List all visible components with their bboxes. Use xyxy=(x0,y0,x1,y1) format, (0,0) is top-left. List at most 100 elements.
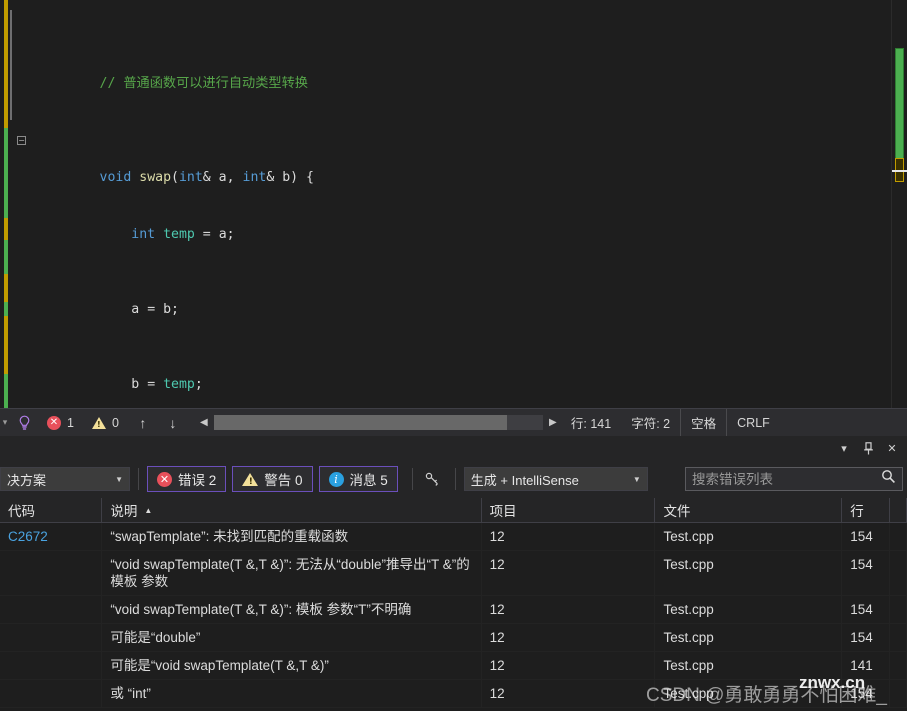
scope-dropdown[interactable]: 决方案 ▼ xyxy=(0,467,130,491)
cell-code[interactable] xyxy=(0,680,102,707)
status-error-number: 1 xyxy=(67,416,74,430)
cell-line: 141 xyxy=(842,652,890,679)
cell-code[interactable] xyxy=(0,551,102,595)
cell-description: 可能是“void swapTemplate(T &,T &)” xyxy=(102,652,481,679)
column-header-description[interactable]: 说明 ▲ xyxy=(102,498,481,522)
next-issue-button[interactable]: ↓ xyxy=(158,415,188,431)
filter-messages-button[interactable]: i 消息 5 xyxy=(319,466,398,492)
status-error-count[interactable]: ✕ 1 xyxy=(38,409,83,436)
filter-messages-label: 消息 5 xyxy=(350,469,388,489)
filter-keys-icon[interactable] xyxy=(421,467,447,491)
change-bar-saved xyxy=(4,128,8,218)
scope-dropdown-value: 决方案 xyxy=(7,470,46,489)
status-warning-count[interactable]: 0 xyxy=(83,409,128,436)
change-bar-saved xyxy=(4,240,8,274)
code-token-row: void swap(int& a, int& b) { xyxy=(100,170,314,185)
code-line[interactable]: // 普通函数可以进行自动类型转换 xyxy=(14,56,907,75)
table-row[interactable]: “void swapTemplate(T &,T &)”: 模板 参数“T”不明… xyxy=(0,596,907,624)
cell-suppression xyxy=(890,551,907,595)
pin-icon[interactable] xyxy=(857,438,879,458)
error-list-toolbar: 决方案 ▼ ✕ 错误 2 ! 警告 0 i 消息 5 xyxy=(0,460,907,498)
change-bar-unsaved xyxy=(4,0,8,128)
cell-suppression xyxy=(890,652,907,679)
code-line[interactable]: a = b; xyxy=(14,282,907,301)
cell-suppression xyxy=(890,523,907,550)
caret-column-indicator[interactable]: 字符: 2 xyxy=(621,413,680,432)
build-intellisense-dropdown[interactable]: 生成 + IntelliSense ▼ xyxy=(464,467,648,491)
cell-description: 可能是“double” xyxy=(102,624,481,651)
chevron-down-icon[interactable]: ▾ xyxy=(833,438,855,458)
change-bar-unsaved xyxy=(4,316,8,374)
code-text[interactable]: // 普通函数可以进行自动类型转换 − void swap(int& a, in… xyxy=(14,0,907,408)
cell-line: 154 xyxy=(842,523,890,550)
cell-project: 12 xyxy=(482,624,656,651)
editor-status-bar: ▾ ✕ 1 0 ↑ ↓ ◀ ▶ 行: 141 字符: 2 空格 C xyxy=(0,408,907,436)
cell-file: Test.cpp xyxy=(655,652,842,679)
filter-errors-button[interactable]: ✕ 错误 2 xyxy=(147,466,226,492)
cell-file: Test.cpp xyxy=(655,680,842,707)
toolbar-divider xyxy=(412,468,413,490)
toolbar-divider xyxy=(455,468,456,490)
search-icon[interactable] xyxy=(881,469,896,489)
editor-vertical-scrollbar[interactable] xyxy=(891,0,907,408)
code-token-row: a = b; xyxy=(100,302,179,317)
cell-file: Test.cpp xyxy=(655,596,842,623)
fold-toggle-icon[interactable]: − xyxy=(17,136,26,145)
cell-line: 154 xyxy=(842,680,890,707)
line-ending-indicator[interactable]: CRLF xyxy=(726,409,780,436)
change-bar-saved xyxy=(4,374,8,408)
column-header-file[interactable]: 文件 xyxy=(655,498,842,522)
scroll-left-button[interactable]: ◀ xyxy=(196,417,212,428)
column-header-project[interactable]: 项目 xyxy=(482,498,656,522)
chevron-down-icon[interactable]: ▾ xyxy=(0,417,10,428)
code-line[interactable]: b = temp; xyxy=(14,357,907,376)
filter-warnings-button[interactable]: ! 警告 0 xyxy=(232,466,312,492)
cell-suppression xyxy=(890,680,907,707)
search-error-list-box[interactable] xyxy=(685,467,903,491)
toolbar-divider xyxy=(138,468,139,490)
info-circle-icon: i xyxy=(329,472,344,487)
cell-code[interactable] xyxy=(0,652,102,679)
code-token-row: b = temp; xyxy=(100,377,203,392)
hscroll-thumb[interactable] xyxy=(214,415,507,430)
column-header-line[interactable]: 行 xyxy=(842,498,890,522)
lightbulb-icon[interactable] xyxy=(10,415,38,431)
table-row[interactable]: “void swapTemplate(T &,T &)”: 无法从“double… xyxy=(0,551,907,596)
chevron-down-icon: ▼ xyxy=(633,475,641,484)
prev-issue-button[interactable]: ↑ xyxy=(128,415,158,431)
cell-suppression xyxy=(890,624,907,651)
change-bar-unsaved xyxy=(4,218,8,240)
hscroll-track[interactable] xyxy=(214,415,543,430)
table-row[interactable]: 可能是“double” 12 Test.cpp 154 xyxy=(0,624,907,652)
cell-description: “swapTemplate”: 未找到匹配的重载函数 xyxy=(102,523,481,550)
error-list-grid[interactable]: 代码 说明 ▲ 项目 文件 行 C2672 “swapTe xyxy=(0,498,907,711)
indentation-indicator[interactable]: 空格 xyxy=(680,409,726,436)
cell-line: 154 xyxy=(842,624,890,651)
caret-line-indicator[interactable]: 行: 141 xyxy=(561,413,621,432)
column-header-code[interactable]: 代码 xyxy=(0,498,102,522)
search-input[interactable] xyxy=(692,472,881,487)
chevron-down-icon: ▼ xyxy=(115,475,123,484)
error-circle-icon: ✕ xyxy=(157,472,172,487)
table-row[interactable]: C2672 “swapTemplate”: 未找到匹配的重载函数 12 Test… xyxy=(0,523,907,551)
cell-code[interactable]: C2672 xyxy=(0,523,102,550)
code-line[interactable]: − void swap(int& a, int& b) { xyxy=(14,132,907,151)
cell-code[interactable] xyxy=(0,624,102,651)
editor-horizontal-scrollbar[interactable]: ◀ ▶ xyxy=(196,413,561,433)
cell-code[interactable] xyxy=(0,596,102,623)
code-token-row: int temp = a; xyxy=(100,227,235,242)
change-bar-unsaved xyxy=(4,274,8,302)
cell-file: Test.cpp xyxy=(655,551,842,595)
column-header-suppression[interactable] xyxy=(890,498,907,522)
cell-project: 12 xyxy=(482,680,656,707)
cell-project: 12 xyxy=(482,652,656,679)
code-line[interactable]: int temp = a; xyxy=(14,207,907,226)
cell-project: 12 xyxy=(482,523,656,550)
table-row[interactable]: 或 “int” 12 Test.cpp 154 xyxy=(0,680,907,708)
scroll-right-button[interactable]: ▶ xyxy=(545,417,561,428)
close-icon[interactable]: ✕ xyxy=(881,438,903,458)
table-row[interactable]: 可能是“void swapTemplate(T &,T &)” 12 Test.… xyxy=(0,652,907,680)
cell-file: Test.cpp xyxy=(655,523,842,550)
code-token-comment: // 普通函数可以进行自动类型转换 xyxy=(100,76,308,91)
code-editor[interactable]: // 普通函数可以进行自动类型转换 − void swap(int& a, in… xyxy=(0,0,907,408)
